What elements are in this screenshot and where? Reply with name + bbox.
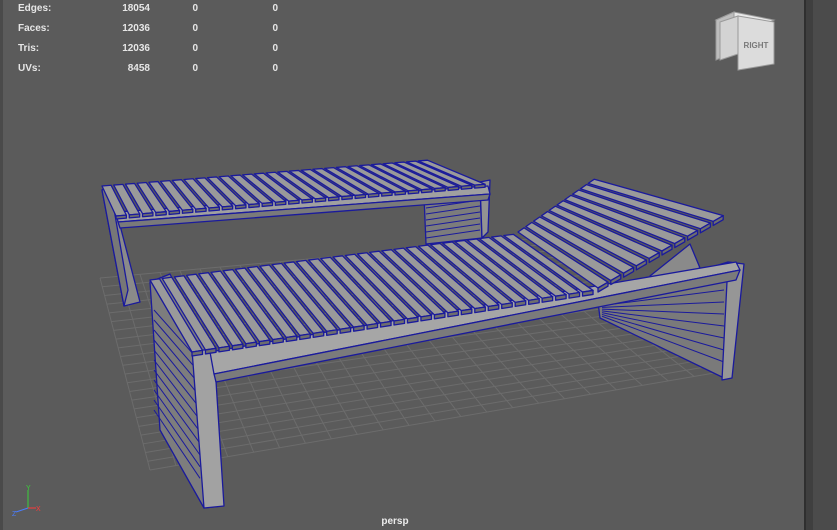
viewcube-icon[interactable]: RIGHT	[712, 10, 780, 76]
lounger-slat-edge	[312, 331, 325, 339]
axis-gizmo-icon: Y Z X	[12, 485, 41, 518]
bench-slat-edge	[341, 195, 353, 201]
hud-value: 12036	[122, 43, 150, 54]
bench-slat-edge	[301, 198, 314, 204]
bench-slat-edge	[234, 204, 247, 210]
lounger-slat-edge	[245, 341, 258, 349]
poly-count-hud: Edges: 18054 0 0 Faces: 12036 0 0 Tris: …	[18, 3, 278, 83]
hud-value: 0	[192, 43, 198, 54]
hud-value: 0	[192, 3, 198, 14]
bench-slat-edge	[354, 193, 367, 200]
hud-value: 0	[272, 43, 278, 54]
hud-label: UVs:	[18, 63, 41, 74]
lounger-slat-edge	[433, 312, 446, 320]
bench-slat-edge	[447, 185, 460, 192]
lounger-slat-edge	[393, 318, 406, 326]
lounger-slat-edge	[474, 306, 486, 314]
bench-slat-edge	[181, 208, 194, 214]
lounger-slat-edge	[299, 333, 311, 341]
hud-row-tris: Tris: 12036 0 0	[18, 43, 278, 63]
lounger-slat-edge	[460, 308, 473, 316]
lounger-slat-edge	[218, 345, 231, 353]
bench-slat-edge	[155, 211, 167, 217]
lounger-slat-edge	[541, 296, 554, 303]
hud-value: 0	[272, 23, 278, 34]
bench-slat-edge	[434, 187, 446, 193]
bench-slat-edge	[208, 206, 221, 212]
bench-slat-edge	[248, 203, 260, 209]
hud-value: 0	[192, 23, 198, 34]
hud-value: 8458	[127, 63, 150, 74]
lounger-slat-edge	[406, 316, 419, 324]
bench-slat-edge	[274, 200, 287, 206]
camera-label: persp	[381, 516, 409, 527]
lounger-slat-edge	[501, 302, 513, 310]
lounger-slat-edge	[568, 291, 581, 299]
bench-slat-edge	[460, 184, 473, 190]
lounger-slat-edge	[326, 329, 338, 336]
bench-slat-edge	[314, 197, 327, 203]
right-side-panel-strip	[813, 0, 837, 530]
hud-value: 12036	[122, 23, 150, 34]
lounger-slat-edge	[420, 314, 433, 322]
bench-slat-edge	[407, 189, 420, 195]
lounger-slat-edge	[272, 337, 284, 345]
bench-slat-edge	[381, 191, 393, 197]
hud-label: Edges:	[18, 3, 52, 14]
lounger-slat-edge	[352, 324, 365, 332]
hud-row-uvs: UVs: 8458 0 0	[18, 63, 278, 83]
lounger-slat-edge	[554, 293, 567, 301]
bench-slat-edge	[195, 207, 207, 213]
bench-slat-edge	[115, 214, 128, 220]
lounger-slat-edge	[487, 304, 500, 312]
perspective-viewport[interactable]: Edges: 18054 0 0 Faces: 12036 0 0 Tris: …	[0, 0, 837, 530]
lounger-slat-edge	[258, 339, 271, 347]
bench-slat-edge	[288, 199, 300, 205]
bench-slat-edge	[394, 190, 407, 196]
lounger-slat-edge	[204, 347, 217, 355]
hud-row-faces: Faces: 12036 0 0	[18, 23, 278, 43]
lounger-slat-edge	[379, 320, 392, 328]
hud-value: 0	[272, 3, 278, 14]
svg-text:X: X	[36, 506, 41, 513]
lounger-slat-edge	[231, 343, 244, 351]
lounger-slat-edge	[191, 349, 204, 357]
bench-slat-edge	[367, 192, 380, 198]
lounger-slat-edge	[528, 298, 540, 305]
lounger-slat-edge	[339, 327, 352, 334]
bench-slat-edge	[474, 183, 486, 189]
bench-slat-edge	[168, 209, 181, 216]
bench-slat-edge	[327, 196, 340, 202]
bench-slat-edge	[420, 188, 433, 194]
hud-label: Tris:	[18, 43, 40, 54]
svg-text:Y: Y	[26, 485, 31, 492]
lounger-slat-edge	[514, 300, 527, 308]
bench-slat-edge	[128, 213, 141, 219]
lounger-slat-edge	[581, 289, 594, 297]
hud-value: 0	[272, 63, 278, 74]
bench-slat-edge	[141, 212, 154, 218]
hud-value: 0	[192, 63, 198, 74]
lounger-slat-edge	[366, 322, 379, 330]
hud-value: 18054	[122, 3, 150, 14]
viewcube-face-label: RIGHT	[744, 41, 769, 50]
hud-label: Faces:	[18, 23, 50, 34]
hud-row-edges: Edges: 18054 0 0	[18, 3, 278, 23]
lounger-slat-edge	[447, 310, 460, 318]
bench-slat-edge	[221, 205, 234, 211]
bench-slat-edge	[261, 201, 274, 208]
grid-line	[149, 371, 721, 471]
lounger-slat-edge	[285, 335, 298, 343]
